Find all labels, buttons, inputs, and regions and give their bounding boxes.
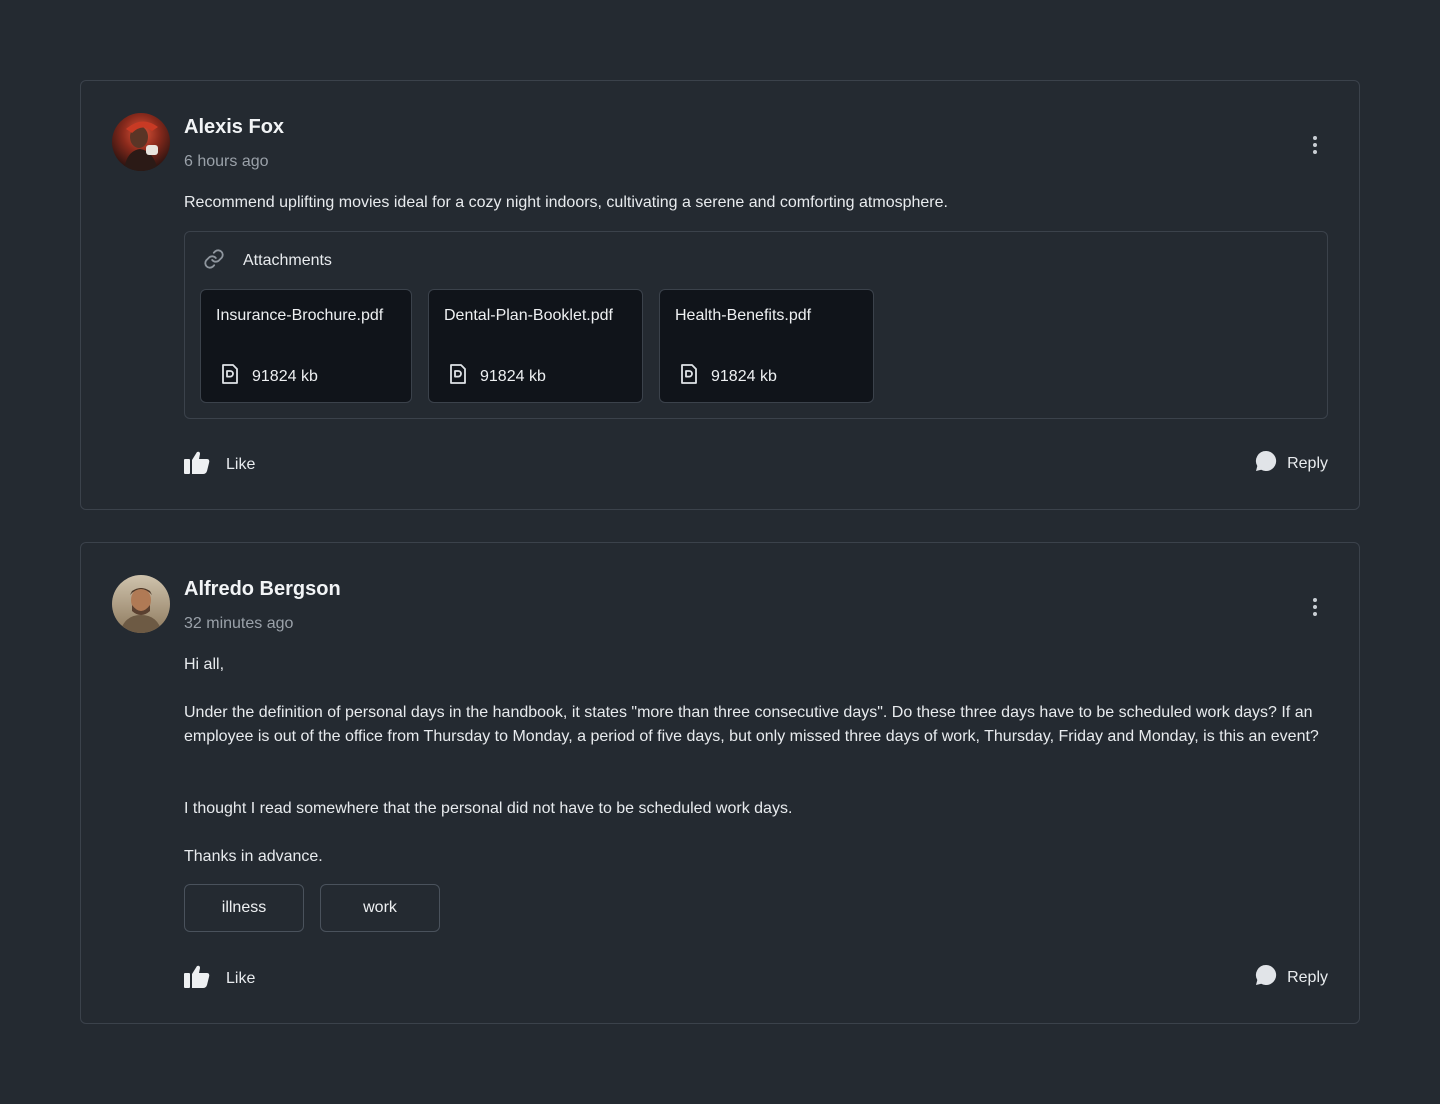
tag-work[interactable]: work bbox=[320, 884, 440, 932]
reply-label: Reply bbox=[1287, 968, 1328, 986]
post-body-greeting: Hi all, bbox=[184, 656, 225, 673]
post-body: Recommend uplifting movies ideal for a c… bbox=[184, 194, 948, 211]
file-size: 91824 kb bbox=[480, 367, 546, 385]
avatar[interactable] bbox=[112, 113, 170, 171]
kebab-menu-icon[interactable] bbox=[1305, 595, 1325, 619]
file-size: 91824 kb bbox=[711, 367, 777, 385]
reply-button[interactable]: Reply bbox=[1255, 964, 1328, 991]
attachments-header: Attachments bbox=[203, 248, 332, 275]
attachment-card[interactable]: Health-Benefits.pdf 91824 kb bbox=[659, 289, 874, 403]
like-label: Like bbox=[226, 969, 256, 987]
comment-card: Alfredo Bergson 32 minutes ago Hi all, U… bbox=[80, 542, 1360, 1024]
kebab-menu-icon[interactable] bbox=[1305, 133, 1325, 157]
chat-bubble-icon bbox=[1255, 964, 1277, 991]
file-name: Health-Benefits.pdf bbox=[675, 307, 812, 324]
tag-illness[interactable]: illness bbox=[184, 884, 304, 932]
thumbs-up-icon bbox=[184, 450, 210, 479]
post-actions: Like Reply bbox=[184, 450, 1328, 478]
comment-card: Alexis Fox 6 hours ago Recommend uplifti… bbox=[80, 80, 1360, 510]
attachments-label: Attachments bbox=[243, 252, 332, 269]
attachments-panel: Attachments Insurance-Brochure.pdf 91824… bbox=[184, 231, 1328, 419]
chat-bubble-icon bbox=[1255, 450, 1277, 477]
document-icon bbox=[677, 362, 701, 391]
author-name[interactable]: Alexis Fox bbox=[184, 116, 284, 139]
post-body-signoff: Thanks in advance. bbox=[184, 848, 323, 865]
post-body-paragraph: Under the definition of personal days in… bbox=[184, 704, 1319, 745]
reply-button[interactable]: Reply bbox=[1255, 450, 1328, 477]
like-label: Like bbox=[226, 455, 256, 473]
attachment-card[interactable]: Insurance-Brochure.pdf 91824 kb bbox=[200, 289, 412, 403]
file-name: Insurance-Brochure.pdf bbox=[216, 307, 384, 324]
document-icon bbox=[446, 362, 470, 391]
post-body-paragraph: I thought I read somewhere that the pers… bbox=[184, 800, 793, 817]
thumbs-up-icon bbox=[184, 964, 210, 993]
post-actions: Like Reply bbox=[184, 964, 1328, 992]
author-name[interactable]: Alfredo Bergson bbox=[184, 578, 341, 601]
post-time: 6 hours ago bbox=[184, 153, 269, 170]
post-time: 32 minutes ago bbox=[184, 615, 294, 632]
link-icon bbox=[203, 248, 225, 275]
file-size: 91824 kb bbox=[252, 367, 318, 385]
avatar[interactable] bbox=[112, 575, 170, 633]
reply-label: Reply bbox=[1287, 454, 1328, 472]
like-button[interactable]: Like bbox=[184, 450, 255, 479]
attachment-card[interactable]: Dental-Plan-Booklet.pdf 91824 kb bbox=[428, 289, 643, 403]
document-icon bbox=[218, 362, 242, 391]
file-name: Dental-Plan-Booklet.pdf bbox=[444, 307, 613, 324]
like-button[interactable]: Like bbox=[184, 964, 255, 993]
